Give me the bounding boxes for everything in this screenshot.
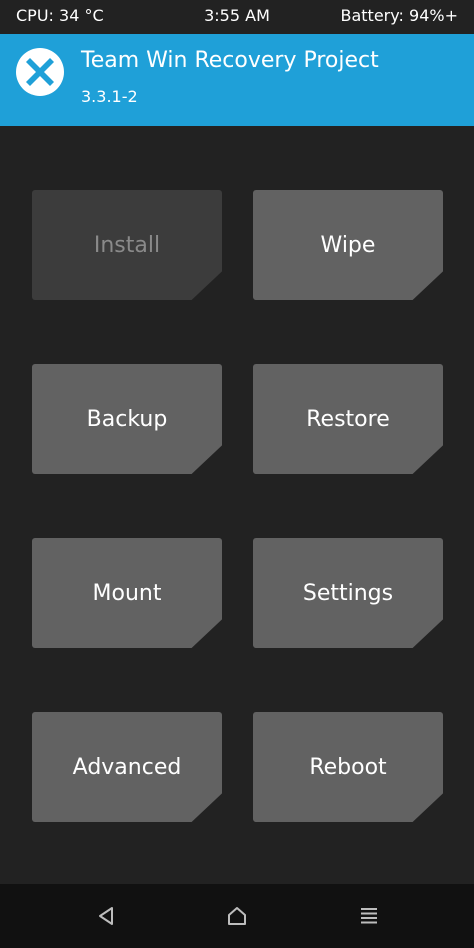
- advanced-button[interactable]: Advanced: [32, 712, 222, 822]
- home-icon: [228, 907, 246, 925]
- settings-button[interactable]: Settings: [253, 538, 443, 648]
- app-version: 3.3.1-2: [81, 87, 138, 106]
- navigation-bar: [0, 884, 474, 948]
- reboot-button[interactable]: Reboot: [253, 712, 443, 822]
- back-triangle-icon: [99, 907, 113, 925]
- main-menu: Install Wipe Backup Restore Mount Settin…: [0, 126, 474, 884]
- mount-button[interactable]: Mount: [32, 538, 222, 648]
- back-button[interactable]: [90, 900, 122, 932]
- app-title: Team Win Recovery Project: [81, 48, 379, 73]
- twrp-logo-icon: [16, 48, 64, 96]
- twrp-screen: CPU: 34 °C 3:55 AM Battery: 94%+ Team Wi…: [0, 0, 474, 948]
- battery-level: Battery: 94%+: [340, 6, 459, 25]
- status-bar: CPU: 34 °C 3:55 AM Battery: 94%+: [0, 0, 474, 34]
- install-button[interactable]: Install: [32, 190, 222, 300]
- menu-button[interactable]: [353, 900, 385, 932]
- home-button[interactable]: [221, 900, 253, 932]
- app-header: Team Win Recovery Project 3.3.1-2: [0, 34, 474, 126]
- menu-lines-icon: [361, 908, 377, 924]
- wipe-button[interactable]: Wipe: [253, 190, 443, 300]
- restore-button[interactable]: Restore: [253, 364, 443, 474]
- backup-button[interactable]: Backup: [32, 364, 222, 474]
